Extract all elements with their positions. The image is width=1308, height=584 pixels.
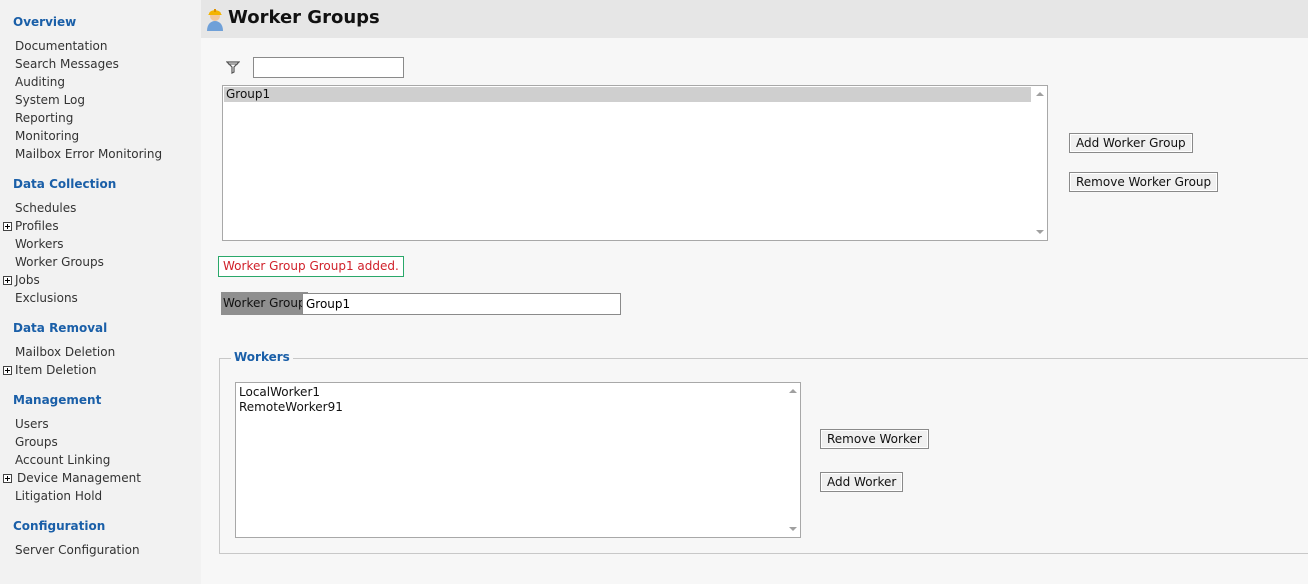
worker-group-name-field[interactable] [302, 293, 621, 315]
expand-plus-icon[interactable] [3, 366, 12, 375]
add-worker-group-button[interactable]: Add Worker Group [1069, 133, 1193, 153]
sidebar-item[interactable]: Jobs [15, 273, 40, 287]
sidebar-item[interactable]: Account Linking [15, 453, 110, 467]
sidebar-item[interactable]: System Log [15, 93, 85, 107]
groups-list-scrollbar[interactable] [1032, 86, 1047, 240]
expand-plus-icon[interactable] [3, 276, 12, 285]
list-item[interactable]: RemoteWorker91 [237, 400, 784, 415]
sidebar-item[interactable]: Exclusions [15, 291, 78, 305]
sidebar-item[interactable]: Server Configuration [15, 543, 140, 557]
sidebar-item[interactable]: Documentation [15, 39, 108, 53]
worker-groups-listbox[interactable]: Group1 [222, 85, 1048, 241]
sidebar-item[interactable]: Monitoring [15, 129, 79, 143]
scroll-down-arrow-icon[interactable] [789, 527, 797, 531]
sidebar-section-1[interactable]: Data Collection [13, 177, 116, 191]
sidebar-section-4[interactable]: Configuration [13, 519, 105, 533]
sidebar-item[interactable]: Reporting [15, 111, 73, 125]
status-message: Worker Group Group1 added. [218, 256, 404, 277]
remove-worker-group-button[interactable]: Remove Worker Group [1069, 172, 1219, 192]
sidebar-item[interactable]: Users [15, 417, 49, 431]
sidebar-section-2[interactable]: Data Removal [13, 321, 107, 335]
sidebar-item[interactable]: Worker Groups [15, 255, 104, 269]
sidebar-item[interactable]: Mailbox Deletion [15, 345, 115, 359]
worker-group-label: Worker Group [221, 292, 308, 315]
sidebar-item[interactable]: Litigation Hold [15, 489, 102, 503]
list-item[interactable]: LocalWorker1 [237, 385, 784, 400]
sidebar-item[interactable]: Workers [15, 237, 64, 251]
add-worker-button[interactable]: Add Worker [820, 472, 904, 492]
worker-person-icon [207, 9, 223, 31]
funnel-filter-icon[interactable] [226, 60, 240, 74]
list-item[interactable]: Group1 [224, 87, 1031, 102]
scroll-up-arrow-icon[interactable] [789, 389, 797, 393]
expand-plus-icon[interactable] [3, 474, 12, 483]
sidebar-item[interactable]: Item Deletion [15, 363, 96, 377]
sidebar-nav: Overview Documentation Search Messages Audi… [0, 0, 201, 584]
workers-listbox[interactable]: LocalWorker1 RemoteWorker91 [235, 382, 801, 538]
main-content: Worker Groups Group1 Add Worker Group Re… [201, 0, 1308, 584]
expand-plus-icon[interactable] [3, 222, 12, 231]
sidebar-item[interactable]: Profiles [15, 219, 59, 233]
scroll-up-arrow-icon[interactable] [1036, 92, 1044, 96]
sidebar-item[interactable]: Device Management [17, 471, 141, 485]
sidebar-item[interactable]: Auditing [15, 75, 65, 89]
remove-worker-button[interactable]: Remove Worker [820, 429, 929, 449]
filter-input[interactable] [253, 57, 404, 78]
workers-legend: Workers [231, 350, 293, 364]
sidebar-item[interactable]: Mailbox Error Monitoring [15, 147, 162, 161]
workers-list-scrollbar[interactable] [785, 383, 800, 537]
sidebar-item[interactable]: Search Messages [15, 57, 119, 71]
scroll-down-arrow-icon[interactable] [1036, 230, 1044, 234]
sidebar-item[interactable]: Schedules [15, 201, 76, 215]
sidebar-section-0[interactable]: Overview [13, 15, 76, 29]
sidebar-section-3[interactable]: Management [13, 393, 101, 407]
page-title: Worker Groups [228, 7, 380, 28]
sidebar-item[interactable]: Groups [15, 435, 58, 449]
page-header: Worker Groups [201, 0, 1308, 38]
